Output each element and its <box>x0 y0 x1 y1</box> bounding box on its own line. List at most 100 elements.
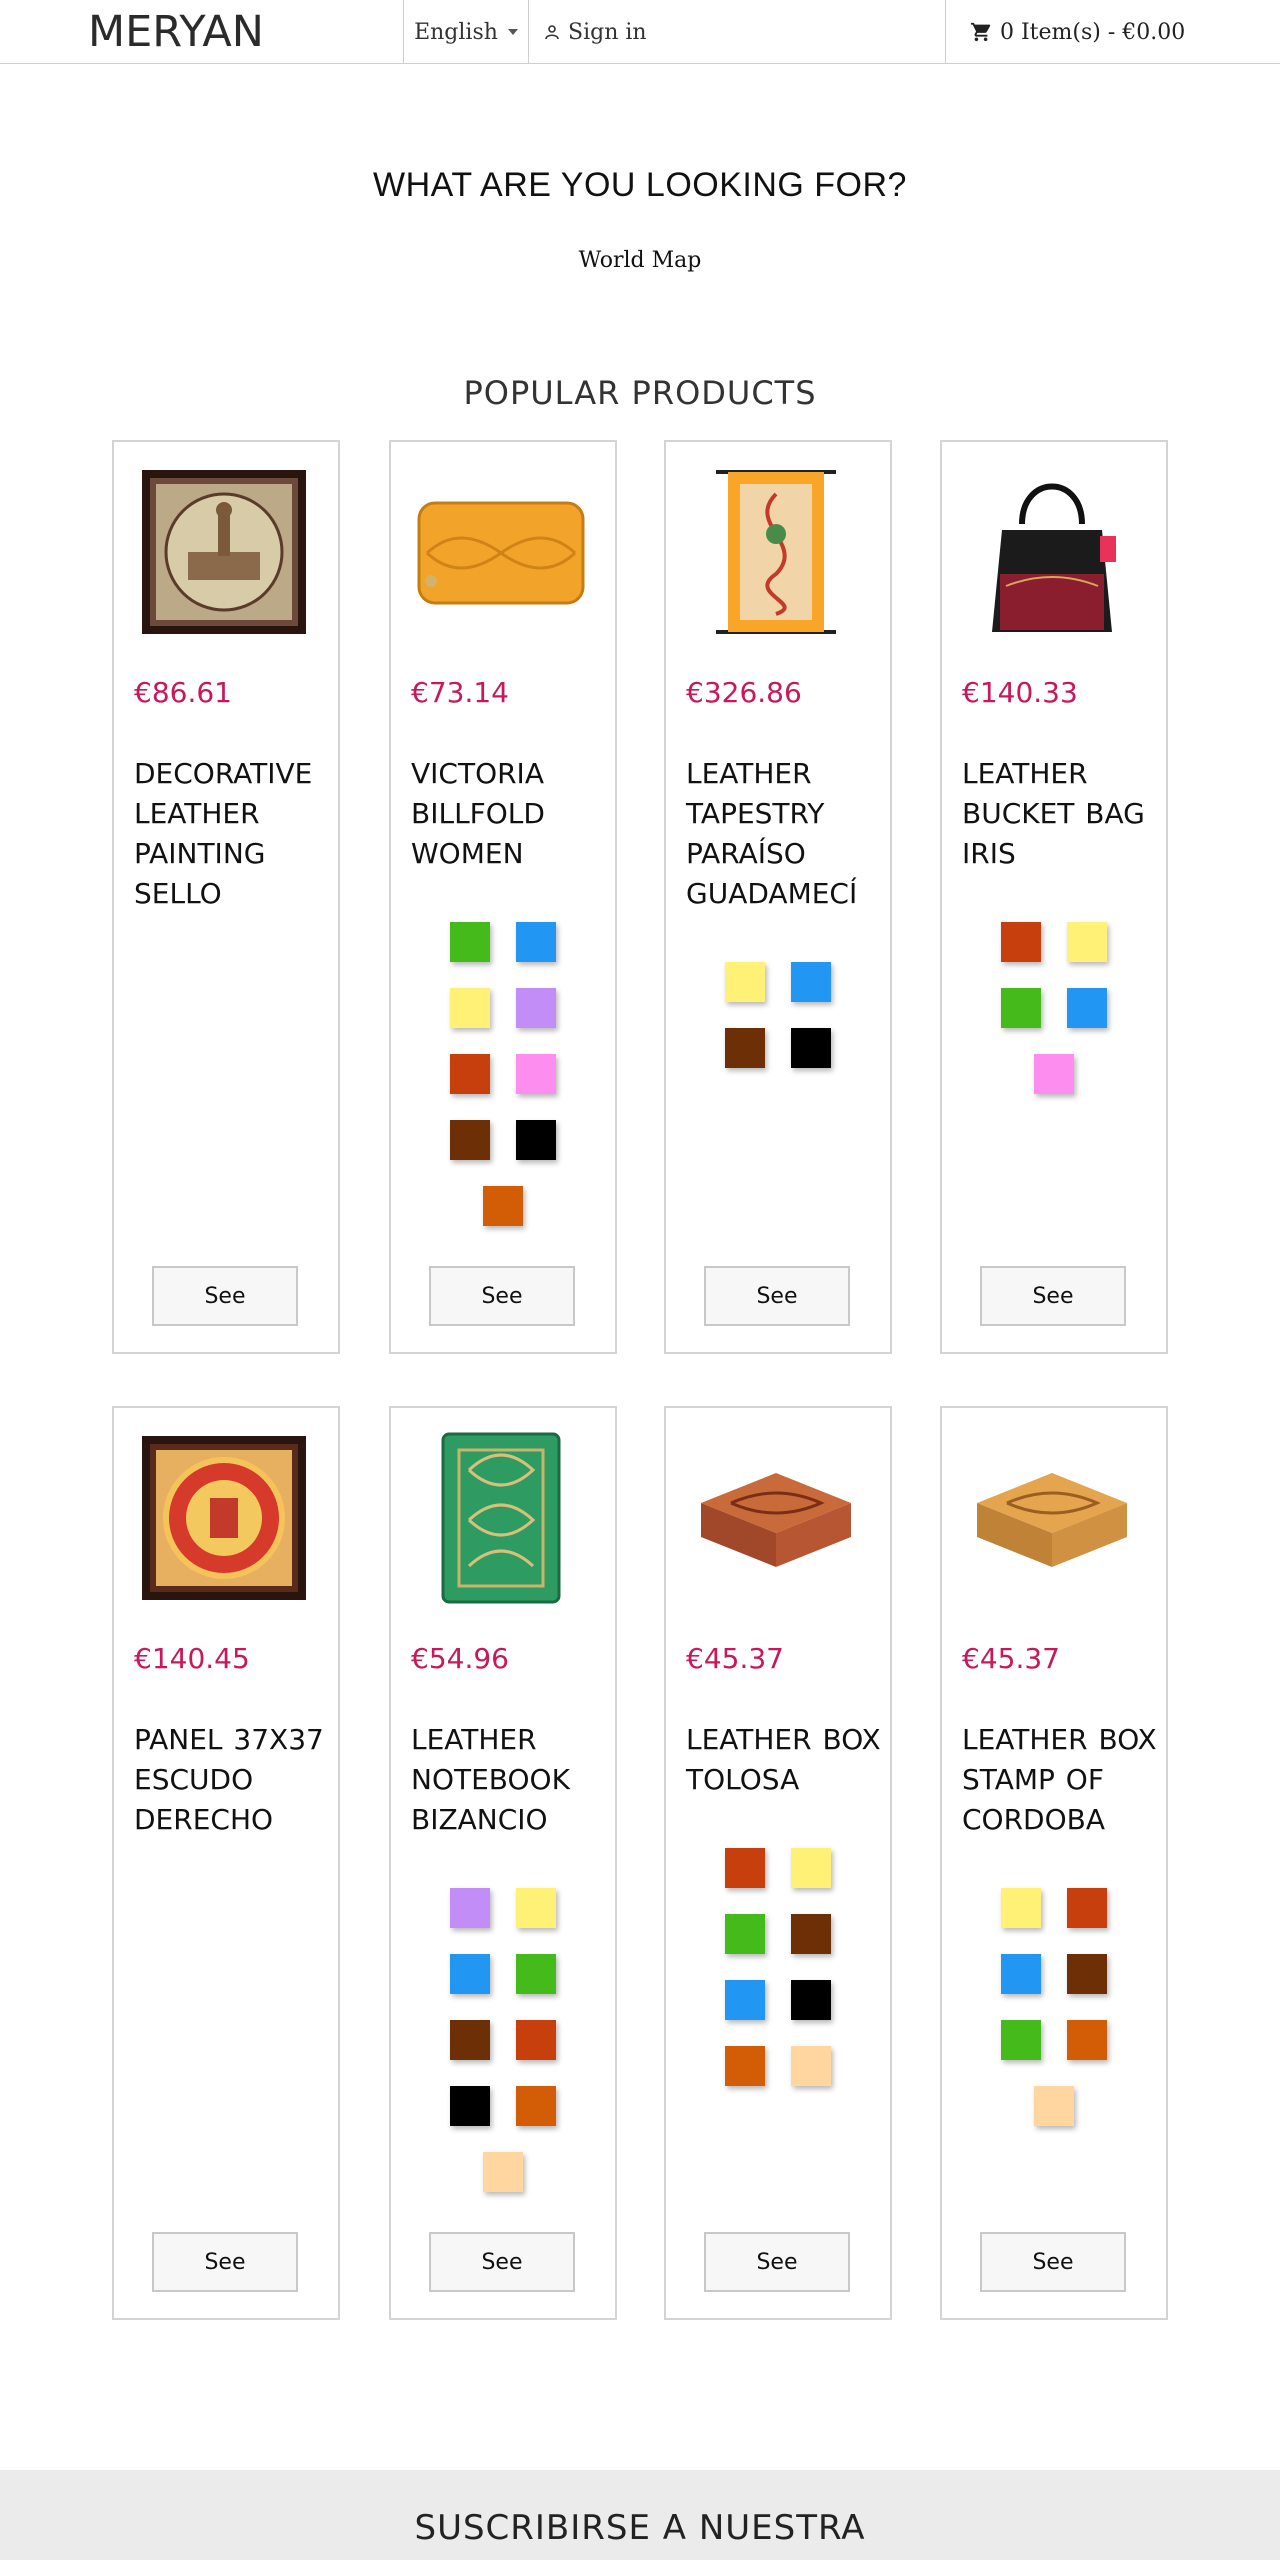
box-tolosa-image[interactable] <box>686 1428 866 1608</box>
color-swatch-blue[interactable] <box>1067 988 1107 1028</box>
color-swatch-yellow[interactable] <box>725 962 765 1002</box>
see-button[interactable]: See <box>152 1266 298 1326</box>
caret-down-icon <box>507 29 518 35</box>
product-name[interactable]: LEATHER BOX STAMP OF CORDOBA <box>962 1720 1162 1840</box>
product-name[interactable]: PANEL 37X37 ESCUDO DERECHO <box>134 1720 334 1840</box>
newsletter-title: SUSCRIBIRSE A NUESTRA <box>414 2508 866 2548</box>
product-card[interactable]: €140.33 LEATHER BUCKET BAG IRIS See <box>940 440 1168 1354</box>
color-swatches <box>942 922 1166 1094</box>
product-price: €140.45 <box>134 1642 250 1675</box>
product-name[interactable]: LEATHER NOTEBOOK BIZANCIO <box>411 1720 611 1840</box>
color-swatch-pink[interactable] <box>1034 1054 1074 1094</box>
decorative-painting-image[interactable] <box>134 462 314 642</box>
color-swatch-brown[interactable] <box>725 1028 765 1068</box>
product-name[interactable]: LEATHER TAPESTRY PARAÍSO GUADAMECÍ <box>686 754 886 914</box>
color-swatch-blue[interactable] <box>725 1980 765 2020</box>
color-swatch-peach[interactable] <box>791 2046 831 2086</box>
product-price: €140.33 <box>962 676 1078 709</box>
color-swatch-brown[interactable] <box>791 1914 831 1954</box>
product-card[interactable]: €73.14 VICTORIA BILLFOLD WOMEN See <box>389 440 617 1354</box>
product-card[interactable]: €45.37 LEATHER BOX STAMP OF CORDOBA See <box>940 1406 1168 2320</box>
color-swatch-brown[interactable] <box>1067 1954 1107 1994</box>
color-swatch-green[interactable] <box>1001 2020 1041 2060</box>
color-swatch-rust[interactable] <box>725 1848 765 1888</box>
product-card[interactable]: €326.86 LEATHER TAPESTRY PARAÍSO GUADAMEC… <box>664 440 892 1354</box>
signin-label: Sign in <box>568 19 647 45</box>
see-button[interactable]: See <box>980 1266 1126 1326</box>
color-swatch-green[interactable] <box>725 1914 765 1954</box>
color-swatches <box>666 962 890 1068</box>
product-price: €54.96 <box>411 1642 509 1675</box>
color-swatch-lilac[interactable] <box>450 1888 490 1928</box>
color-swatch-rust[interactable] <box>1001 922 1041 962</box>
color-swatch-peach[interactable] <box>483 2152 523 2192</box>
product-card[interactable]: €45.37 LEATHER BOX TOLOSA See <box>664 1406 892 2320</box>
notebook-image[interactable] <box>411 1428 591 1608</box>
see-button[interactable]: See <box>704 1266 850 1326</box>
color-swatch-rust[interactable] <box>450 1054 490 1094</box>
product-price: €45.37 <box>962 1642 1060 1675</box>
color-swatch-black[interactable] <box>791 1980 831 2020</box>
color-swatch-orange[interactable] <box>1067 2020 1107 2060</box>
product-name[interactable]: LEATHER BOX TOLOSA <box>686 1720 886 1800</box>
cart-button[interactable]: 0 Item(s) - €0.00 <box>970 0 1185 64</box>
bucket-bag-image[interactable] <box>962 462 1142 642</box>
product-price: €86.61 <box>134 676 232 709</box>
color-swatch-peach[interactable] <box>1034 2086 1074 2126</box>
search-heading: WHAT ARE YOU LOOKING FOR? <box>373 166 907 204</box>
signin-link[interactable]: Sign in <box>544 0 647 64</box>
color-swatch-black[interactable] <box>516 1120 556 1160</box>
color-swatch-rust[interactable] <box>516 2020 556 2060</box>
product-price: €45.37 <box>686 1642 784 1675</box>
color-swatch-blue[interactable] <box>1001 1954 1041 1994</box>
color-swatch-pink[interactable] <box>516 1054 556 1094</box>
color-swatch-yellow[interactable] <box>1067 922 1107 962</box>
product-name[interactable]: DECORATIVE LEATHER PAINTING SELLO <box>134 754 334 914</box>
box-cordoba-image[interactable] <box>962 1428 1142 1608</box>
divider <box>528 0 529 64</box>
color-swatch-green[interactable] <box>450 922 490 962</box>
see-button[interactable]: See <box>429 2232 575 2292</box>
panel-escudo-image[interactable] <box>134 1428 314 1608</box>
color-swatch-orange[interactable] <box>725 2046 765 2086</box>
logo[interactable]: MERYAN <box>88 4 264 60</box>
color-swatch-green[interactable] <box>1001 988 1041 1028</box>
color-swatch-yellow[interactable] <box>516 1888 556 1928</box>
see-button[interactable]: See <box>152 2232 298 2292</box>
color-swatches <box>942 1888 1166 2126</box>
see-button[interactable]: See <box>429 1266 575 1326</box>
product-price: €326.86 <box>686 676 802 709</box>
color-swatch-blue[interactable] <box>791 962 831 1002</box>
color-swatch-rust[interactable] <box>1067 1888 1107 1928</box>
language-selector[interactable]: English <box>404 0 528 64</box>
color-swatch-orange[interactable] <box>483 1186 523 1226</box>
color-swatch-blue[interactable] <box>516 922 556 962</box>
product-name[interactable]: LEATHER BUCKET BAG IRIS <box>962 754 1162 874</box>
world-map-link[interactable]: World Map <box>0 248 1280 273</box>
see-button[interactable]: See <box>704 2232 850 2292</box>
color-swatch-orange[interactable] <box>516 2086 556 2126</box>
cart-icon <box>970 22 991 42</box>
language-label: English <box>414 19 498 45</box>
tapestry-image[interactable] <box>686 462 866 642</box>
color-swatch-green[interactable] <box>516 1954 556 1994</box>
color-swatch-brown[interactable] <box>450 2020 490 2060</box>
product-card[interactable]: €86.61 DECORATIVE LEATHER PAINTING SELLO S… <box>112 440 340 1354</box>
color-swatch-black[interactable] <box>450 2086 490 2126</box>
see-button[interactable]: See <box>980 2232 1126 2292</box>
product-card[interactable]: €54.96 LEATHER NOTEBOOK BIZANCIO See <box>389 1406 617 2320</box>
cart-label: 0 Item(s) - €0.00 <box>1000 19 1186 45</box>
color-swatch-yellow[interactable] <box>450 988 490 1028</box>
product-card[interactable]: €140.45 PANEL 37X37 ESCUDO DERECHO See <box>112 1406 340 2320</box>
color-swatches <box>391 922 615 1226</box>
color-swatch-yellow[interactable] <box>791 1848 831 1888</box>
color-swatch-black[interactable] <box>791 1028 831 1068</box>
wallet-image[interactable] <box>411 462 591 642</box>
popular-products-heading: POPULAR PRODUCTS <box>463 374 817 412</box>
color-swatch-blue[interactable] <box>450 1954 490 1994</box>
color-swatch-brown[interactable] <box>450 1120 490 1160</box>
newsletter-section: SUSCRIBIRSE A NUESTRA <box>0 2470 1280 2560</box>
product-name[interactable]: VICTORIA BILLFOLD WOMEN <box>411 754 611 874</box>
color-swatch-yellow[interactable] <box>1001 1888 1041 1928</box>
color-swatch-lilac[interactable] <box>516 988 556 1028</box>
